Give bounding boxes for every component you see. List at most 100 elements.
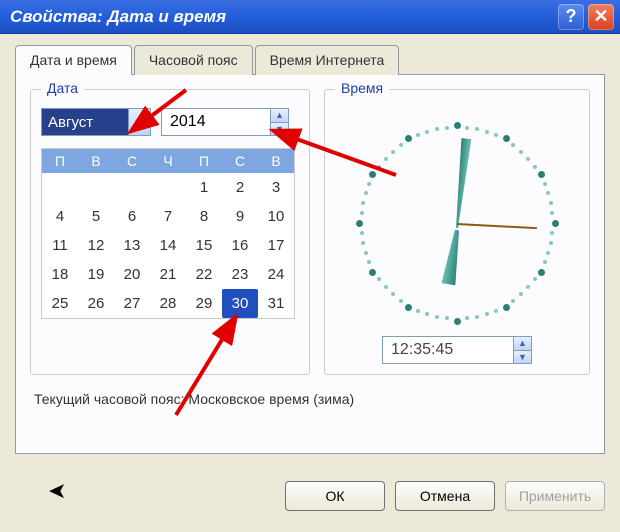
clock-tick: [425, 312, 429, 316]
calendar-day[interactable]: 17: [258, 231, 294, 260]
calendar-day[interactable]: 12: [78, 231, 114, 260]
chevron-down-icon: ▾: [128, 109, 150, 135]
clock-tick: [549, 241, 553, 245]
calendar-day: [150, 173, 186, 202]
calendar-day[interactable]: 9: [222, 202, 258, 231]
clock-tick: [361, 201, 365, 205]
weekday-label: Ч: [150, 149, 186, 173]
clock-tick: [360, 211, 364, 215]
clock-tick: [377, 165, 381, 169]
clock-tick: [503, 135, 510, 142]
calendar-day[interactable]: 15: [186, 231, 222, 260]
calendar-day: [114, 173, 150, 202]
calendar-day[interactable]: 10: [258, 202, 294, 231]
clock-tick: [377, 277, 381, 281]
calendar-day[interactable]: 27: [114, 289, 150, 318]
calendar-day[interactable]: 20: [114, 260, 150, 289]
calendar-day[interactable]: 18: [42, 260, 78, 289]
calendar-day[interactable]: 3: [258, 173, 294, 202]
clock-tick: [416, 309, 420, 313]
tab-internet-time[interactable]: Время Интернета: [255, 45, 400, 75]
year-up-button[interactable]: ▲: [271, 109, 288, 122]
clock-tick: [364, 251, 368, 255]
clock-tick: [543, 182, 547, 186]
calendar-day[interactable]: 26: [78, 289, 114, 318]
calendar-row: 123: [42, 173, 294, 202]
help-button[interactable]: ?: [558, 4, 584, 30]
clock-tick: [546, 191, 550, 195]
clock-tick: [391, 292, 395, 296]
clock-tick: [533, 277, 537, 281]
weekday-label: С: [114, 149, 150, 173]
month-select[interactable]: Август ▾: [41, 108, 151, 136]
calendar-day: [78, 173, 114, 202]
clock-tick: [454, 122, 461, 129]
calendar-day: [42, 173, 78, 202]
clock-tick: [405, 135, 412, 142]
titlebar: Свойства: Дата и время ? ✕: [0, 0, 620, 34]
calendar-day[interactable]: 8: [186, 202, 222, 231]
calendar-day[interactable]: 24: [258, 260, 294, 289]
calendar-day[interactable]: 4: [42, 202, 78, 231]
weekday-label: С: [222, 149, 258, 173]
tab-timezone[interactable]: Часовой пояс: [134, 45, 253, 75]
clock-tick: [526, 157, 530, 161]
calendar[interactable]: П В С Ч П С В 12345678910111213141516171…: [41, 148, 295, 319]
calendar-day[interactable]: 19: [78, 260, 114, 289]
clock-tick: [475, 127, 479, 131]
cancel-button[interactable]: Отмена: [395, 481, 495, 511]
clock-tick: [454, 318, 461, 325]
calendar-day[interactable]: 13: [114, 231, 150, 260]
calendar-day[interactable]: 6: [114, 202, 150, 231]
calendar-day[interactable]: 1: [186, 173, 222, 202]
clock-tick: [503, 304, 510, 311]
year-down-button[interactable]: ▼: [271, 122, 288, 136]
calendar-day[interactable]: 7: [150, 202, 186, 231]
time-spinner[interactable]: 12:35:45 ▲ ▼: [382, 336, 532, 364]
tab-date-time[interactable]: Дата и время: [15, 45, 132, 75]
calendar-row: 18192021222324: [42, 260, 294, 289]
date-group: Дата Август ▾ 2014 ▲ ▼: [30, 89, 310, 375]
calendar-day[interactable]: 23: [222, 260, 258, 289]
year-value: 2014: [162, 109, 270, 135]
calendar-day[interactable]: 21: [150, 260, 186, 289]
calendar-day[interactable]: 2: [222, 173, 258, 202]
calendar-day[interactable]: 28: [150, 289, 186, 318]
apply-button[interactable]: Применить: [505, 481, 605, 511]
time-up-button[interactable]: ▲: [514, 337, 531, 350]
calendar-day[interactable]: 11: [42, 231, 78, 260]
time-value: 12:35:45: [383, 337, 513, 363]
time-down-button[interactable]: ▼: [514, 350, 531, 364]
clock-tick: [494, 133, 498, 137]
clock-tick: [550, 211, 554, 215]
clock-hour-hand: [441, 229, 463, 286]
tabstrip: Дата и время Часовой пояс Время Интернет…: [15, 44, 605, 74]
calendar-day[interactable]: 29: [186, 289, 222, 318]
calendar-day[interactable]: 16: [222, 231, 258, 260]
clock-tick: [367, 182, 371, 186]
weekday-label: В: [258, 149, 294, 173]
calendar-day[interactable]: 22: [186, 260, 222, 289]
clock-tick: [465, 316, 469, 320]
calendar-day[interactable]: 31: [258, 289, 294, 318]
calendar-day[interactable]: 30: [222, 289, 258, 318]
close-button[interactable]: ✕: [588, 4, 614, 30]
clock-tick: [445, 126, 449, 130]
clock-tick: [384, 157, 388, 161]
clock-minute-hand: [452, 138, 471, 229]
calendar-day[interactable]: 25: [42, 289, 78, 318]
weekday-label: П: [186, 149, 222, 173]
month-select-value: Август: [42, 109, 128, 135]
clock-tick: [475, 315, 479, 319]
ok-button[interactable]: ОК: [285, 481, 385, 511]
clock-tick: [435, 127, 439, 131]
calendar-day[interactable]: 5: [78, 202, 114, 231]
clock-tick: [364, 191, 368, 195]
year-spinner[interactable]: 2014 ▲ ▼: [161, 108, 289, 136]
calendar-header: П В С Ч П С В: [42, 149, 294, 173]
clock-tick: [485, 130, 489, 134]
clock-tick: [367, 260, 371, 264]
clock-tick: [399, 299, 403, 303]
calendar-row: 25262728293031: [42, 289, 294, 318]
calendar-day[interactable]: 14: [150, 231, 186, 260]
